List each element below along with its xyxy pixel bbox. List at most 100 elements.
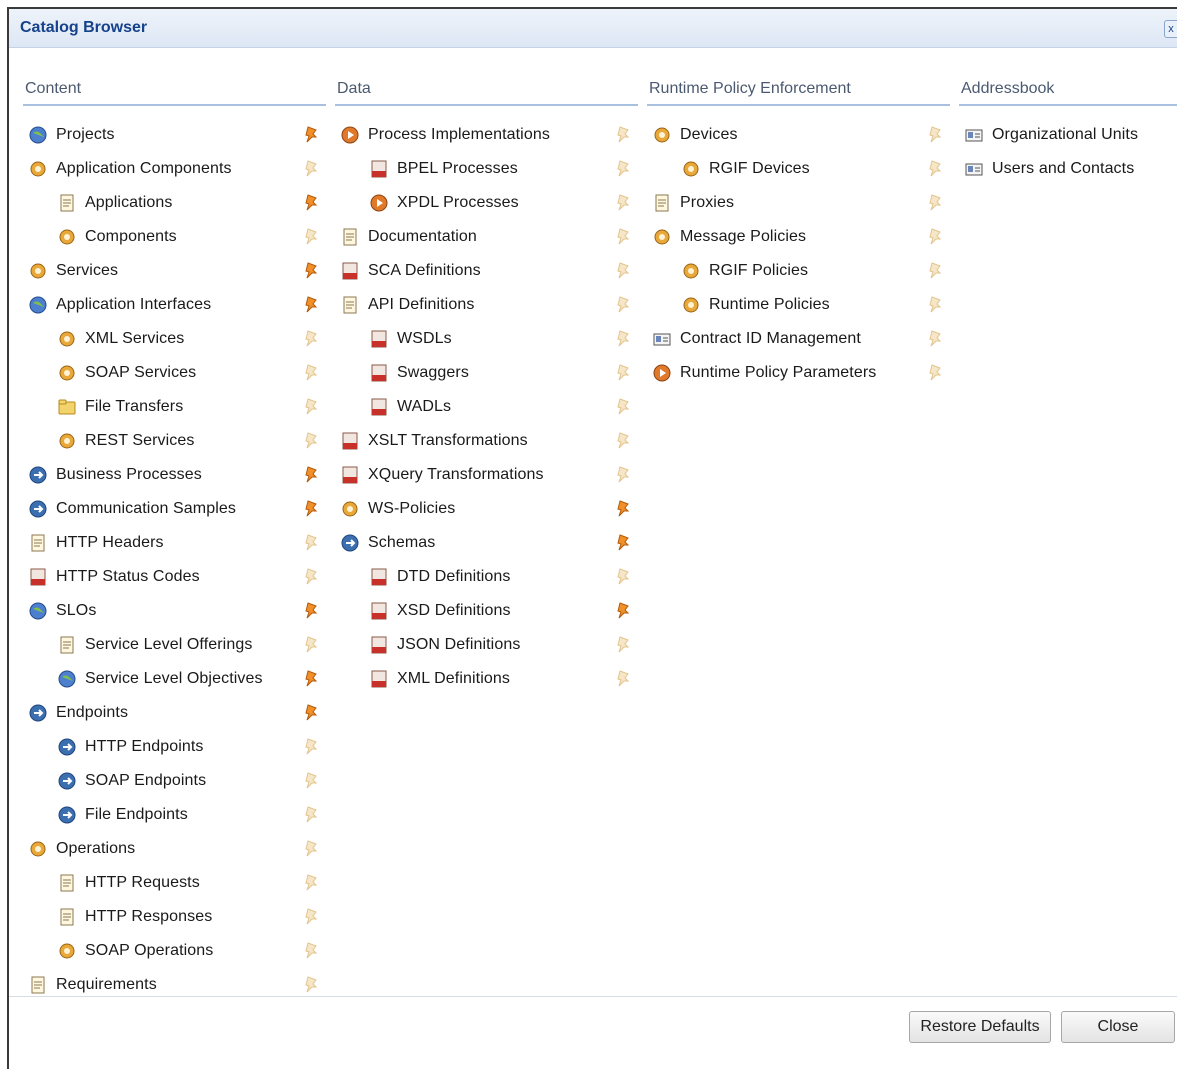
pin-icon[interactable] (302, 974, 324, 996)
pin-icon[interactable] (614, 158, 636, 180)
catalog-item-service-level-offerings[interactable]: Service Level Offerings (23, 628, 326, 662)
catalog-item-endpoints[interactable]: Endpoints (23, 696, 326, 730)
catalog-item-application-interfaces[interactable]: Application Interfaces (23, 288, 326, 322)
catalog-item-http-status-codes[interactable]: HTTP Status Codes (23, 560, 326, 594)
pin-active-icon[interactable] (302, 498, 324, 520)
pin-icon[interactable] (614, 192, 636, 214)
catalog-item-xquery-transformations[interactable]: XQuery Transformations (335, 458, 638, 492)
pin-icon[interactable] (926, 158, 948, 180)
pin-icon[interactable] (614, 634, 636, 656)
restore-defaults-button[interactable]: Restore Defaults (909, 1011, 1051, 1043)
catalog-item-process-implementations[interactable]: Process Implementations (335, 118, 638, 152)
pin-icon[interactable] (302, 736, 324, 758)
pin-icon[interactable] (614, 566, 636, 588)
pin-active-icon[interactable] (302, 600, 324, 622)
catalog-item-runtime-policy-parameters[interactable]: Runtime Policy Parameters (647, 356, 950, 390)
catalog-item-runtime-policies[interactable]: Runtime Policies (647, 288, 950, 322)
catalog-item-contract-id-management[interactable]: Contract ID Management (647, 322, 950, 356)
pin-icon[interactable] (614, 430, 636, 452)
catalog-item-rgif-policies[interactable]: RGIF Policies (647, 254, 950, 288)
catalog-item-swaggers[interactable]: Swaggers (335, 356, 638, 390)
pin-active-icon[interactable] (614, 600, 636, 622)
catalog-item-xpdl-processes[interactable]: XPDL Processes (335, 186, 638, 220)
catalog-item-file-endpoints[interactable]: File Endpoints (23, 798, 326, 832)
catalog-item-rgif-devices[interactable]: RGIF Devices (647, 152, 950, 186)
pin-icon[interactable] (302, 838, 324, 860)
pin-icon[interactable] (302, 328, 324, 350)
catalog-item-dtd-definitions[interactable]: DTD Definitions (335, 560, 638, 594)
catalog-item-devices[interactable]: Devices (647, 118, 950, 152)
pin-active-icon[interactable] (302, 192, 324, 214)
pin-icon[interactable] (614, 464, 636, 486)
pin-icon[interactable] (614, 124, 636, 146)
pin-icon[interactable] (926, 328, 948, 350)
pin-active-icon[interactable] (302, 668, 324, 690)
pin-icon[interactable] (614, 362, 636, 384)
catalog-item-http-endpoints[interactable]: HTTP Endpoints (23, 730, 326, 764)
catalog-item-message-policies[interactable]: Message Policies (647, 220, 950, 254)
catalog-item-projects[interactable]: Projects (23, 118, 326, 152)
close-button[interactable]: Close (1061, 1011, 1175, 1043)
catalog-item-http-requests[interactable]: HTTP Requests (23, 866, 326, 900)
catalog-item-application-components[interactable]: Application Components (23, 152, 326, 186)
close-icon[interactable]: x (1164, 20, 1177, 38)
pin-icon[interactable] (302, 566, 324, 588)
pin-active-icon[interactable] (302, 124, 324, 146)
pin-active-icon[interactable] (302, 464, 324, 486)
catalog-item-http-responses[interactable]: HTTP Responses (23, 900, 326, 934)
pin-active-icon[interactable] (302, 702, 324, 724)
catalog-item-xml-services[interactable]: XML Services (23, 322, 326, 356)
pin-active-icon[interactable] (302, 260, 324, 282)
pin-icon[interactable] (926, 294, 948, 316)
catalog-item-sca-definitions[interactable]: SCA Definitions (335, 254, 638, 288)
pin-icon[interactable] (302, 804, 324, 826)
catalog-item-soap-services[interactable]: SOAP Services (23, 356, 326, 390)
pin-icon[interactable] (302, 430, 324, 452)
catalog-item-slos[interactable]: SLOs (23, 594, 326, 628)
pin-icon[interactable] (614, 226, 636, 248)
catalog-item-business-processes[interactable]: Business Processes (23, 458, 326, 492)
pin-icon[interactable] (302, 158, 324, 180)
catalog-item-soap-operations[interactable]: SOAP Operations (23, 934, 326, 968)
catalog-item-xml-definitions[interactable]: XML Definitions (335, 662, 638, 696)
pin-icon[interactable] (302, 906, 324, 928)
pin-icon[interactable] (302, 532, 324, 554)
catalog-item-organizational-units[interactable]: Organizational Units (959, 118, 1177, 152)
catalog-item-file-transfers[interactable]: File Transfers (23, 390, 326, 424)
catalog-item-applications[interactable]: Applications (23, 186, 326, 220)
catalog-item-ws-policies[interactable]: WS-Policies (335, 492, 638, 526)
catalog-item-wadls[interactable]: WADLs (335, 390, 638, 424)
catalog-item-http-headers[interactable]: HTTP Headers (23, 526, 326, 560)
catalog-item-users-and-contacts[interactable]: Users and Contacts (959, 152, 1177, 186)
pin-icon[interactable] (302, 770, 324, 792)
catalog-item-wsdls[interactable]: WSDLs (335, 322, 638, 356)
catalog-item-bpel-processes[interactable]: BPEL Processes (335, 152, 638, 186)
pin-icon[interactable] (614, 328, 636, 350)
pin-icon[interactable] (926, 192, 948, 214)
catalog-item-service-level-objectives[interactable]: Service Level Objectives (23, 662, 326, 696)
pin-icon[interactable] (614, 668, 636, 690)
catalog-item-communication-samples[interactable]: Communication Samples (23, 492, 326, 526)
pin-active-icon[interactable] (302, 294, 324, 316)
catalog-item-json-definitions[interactable]: JSON Definitions (335, 628, 638, 662)
catalog-item-services[interactable]: Services (23, 254, 326, 288)
catalog-item-xsd-definitions[interactable]: XSD Definitions (335, 594, 638, 628)
pin-active-icon[interactable] (614, 532, 636, 554)
pin-icon[interactable] (926, 226, 948, 248)
pin-icon[interactable] (302, 940, 324, 962)
pin-active-icon[interactable] (614, 498, 636, 520)
pin-icon[interactable] (614, 396, 636, 418)
catalog-item-api-definitions[interactable]: API Definitions (335, 288, 638, 322)
catalog-item-operations[interactable]: Operations (23, 832, 326, 866)
catalog-item-components[interactable]: Components (23, 220, 326, 254)
pin-icon[interactable] (926, 124, 948, 146)
catalog-item-documentation[interactable]: Documentation (335, 220, 638, 254)
pin-icon[interactable] (302, 362, 324, 384)
catalog-item-xslt-transformations[interactable]: XSLT Transformations (335, 424, 638, 458)
catalog-item-rest-services[interactable]: REST Services (23, 424, 326, 458)
catalog-item-schemas[interactable]: Schemas (335, 526, 638, 560)
pin-icon[interactable] (926, 362, 948, 384)
catalog-item-proxies[interactable]: Proxies (647, 186, 950, 220)
pin-icon[interactable] (614, 294, 636, 316)
pin-icon[interactable] (302, 396, 324, 418)
